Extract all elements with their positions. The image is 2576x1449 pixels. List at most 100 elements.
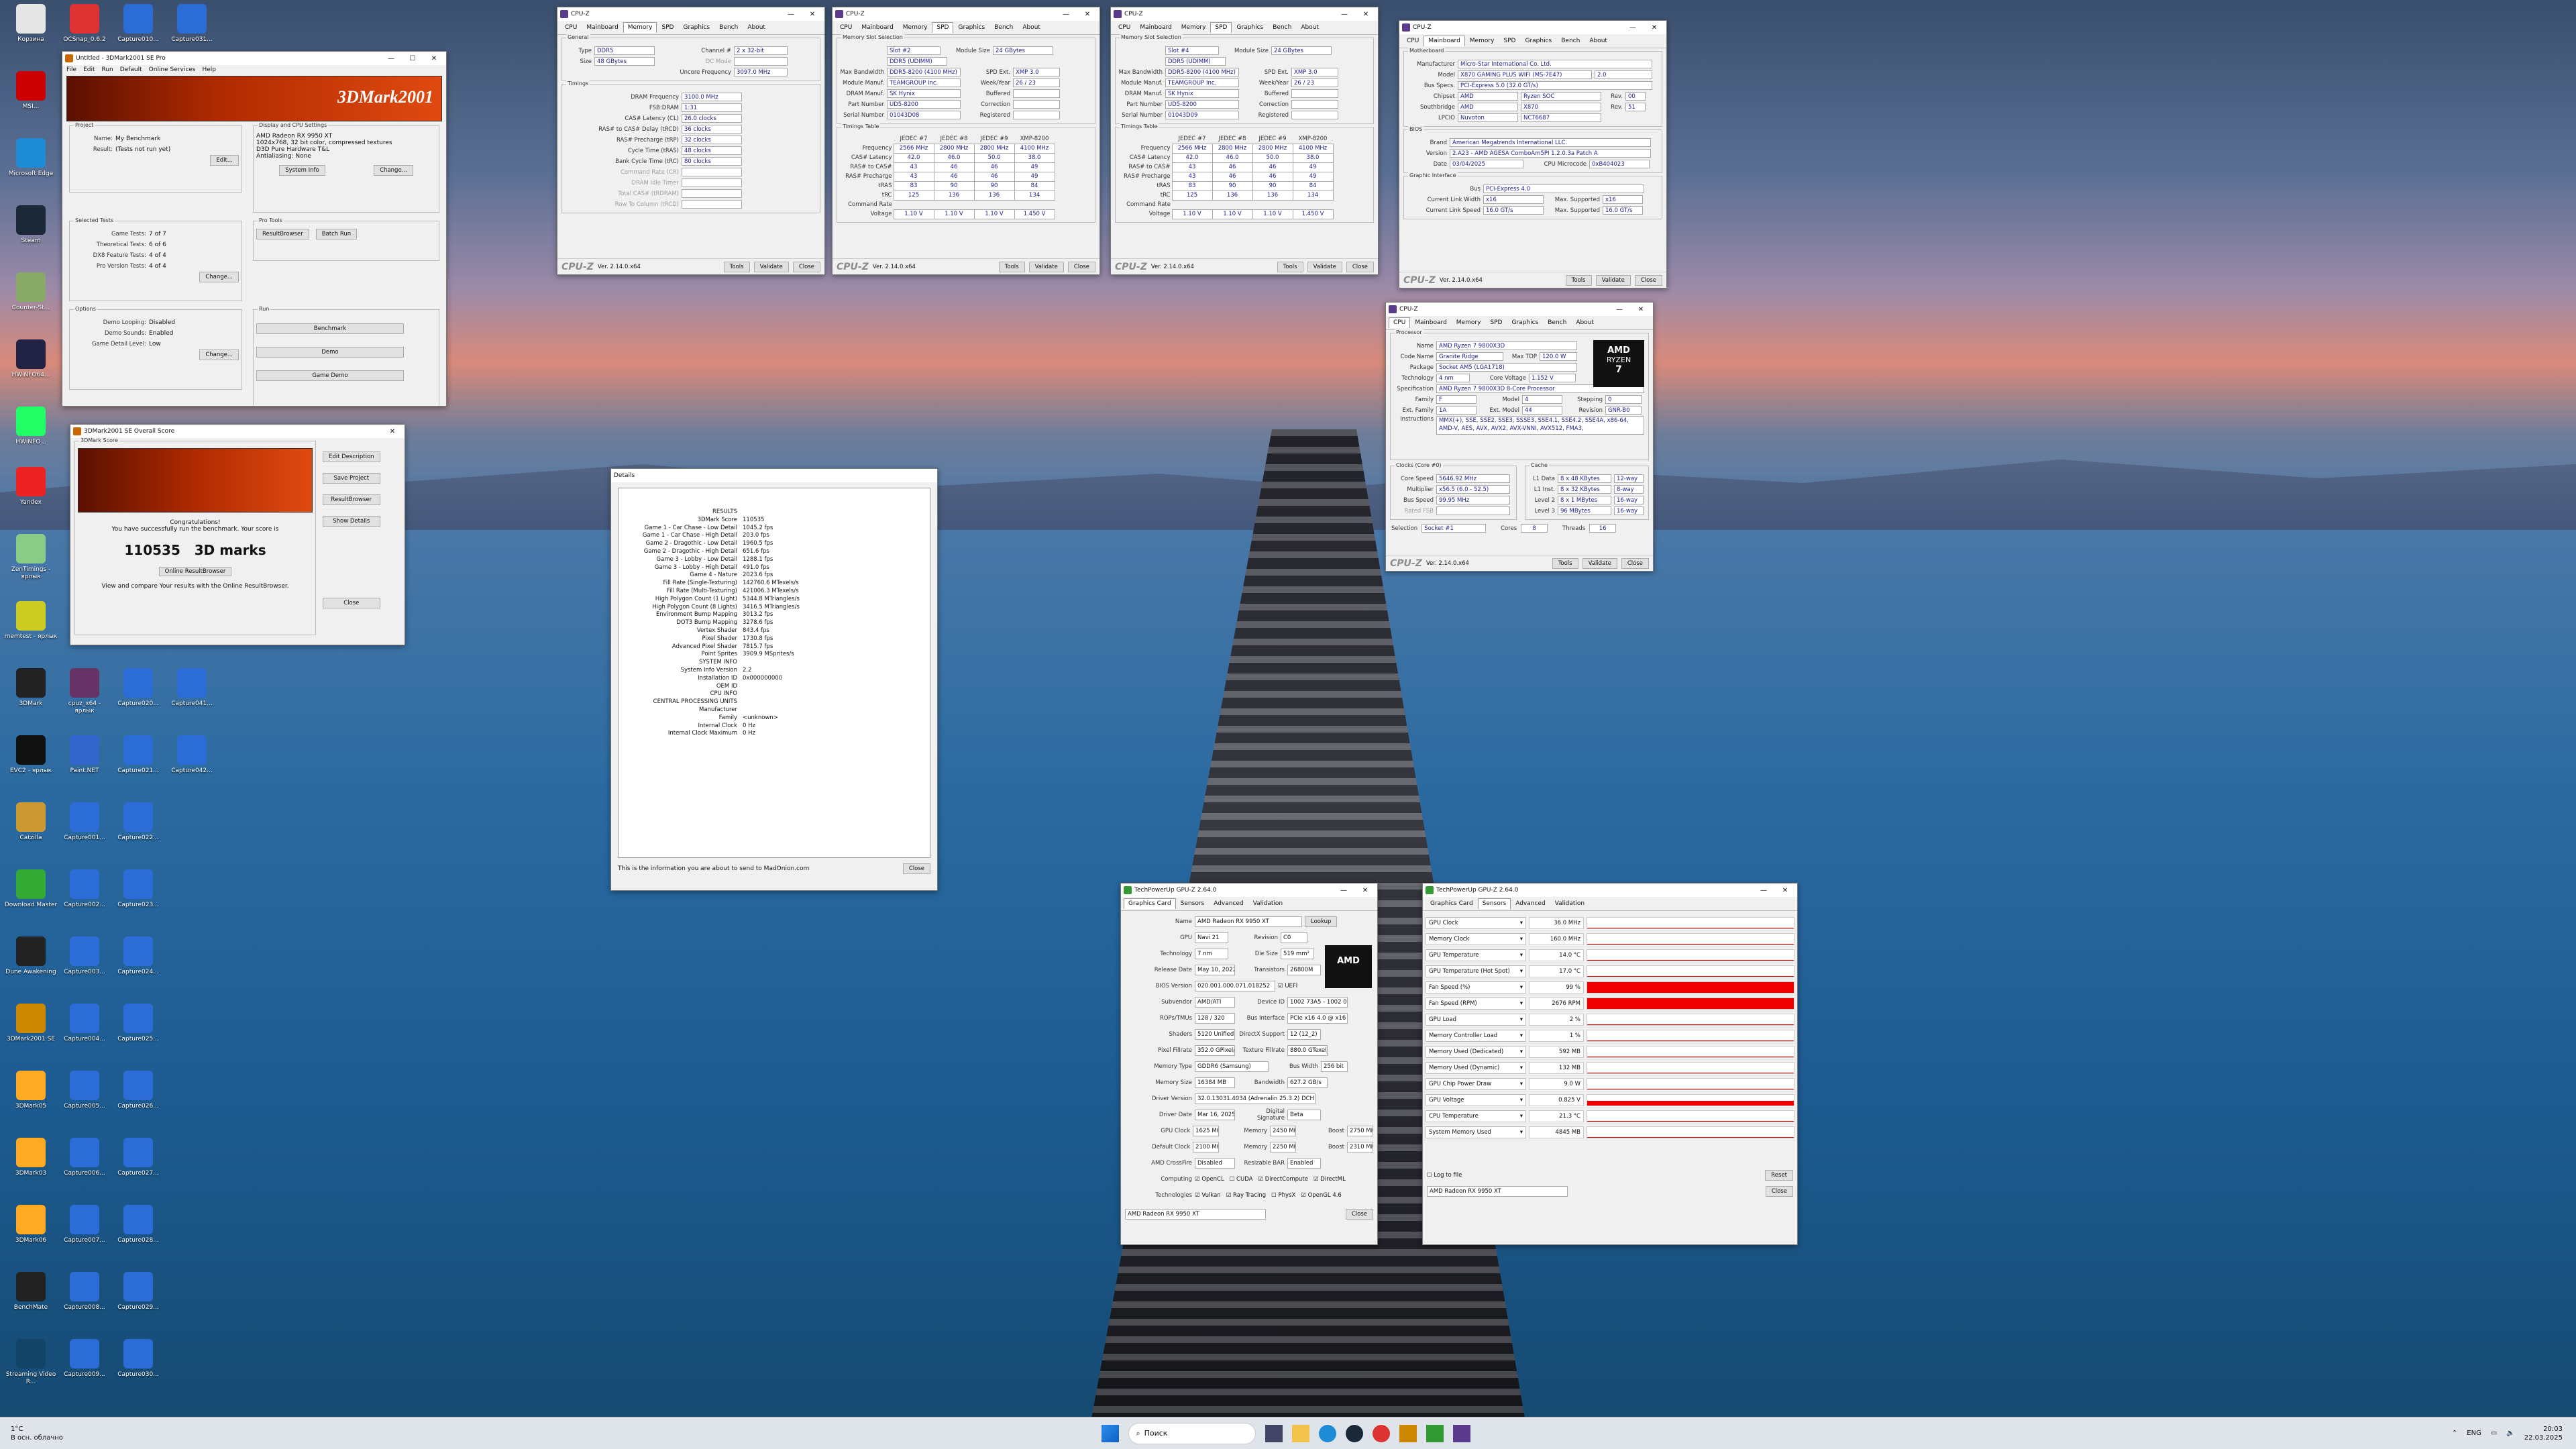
gpu-select[interactable]: AMD Radeon RX 9950 XT — [1125, 1209, 1266, 1220]
sensor-label[interactable]: Fan Speed (RPM) ▾ — [1426, 997, 1526, 1010]
log-checkbox[interactable]: ☐ Log to file — [1427, 1172, 1462, 1179]
desktop-icon[interactable]: 3DMark05 — [4, 1071, 58, 1110]
desktop-icon[interactable]: Dune Awakening — [4, 936, 58, 976]
tab-validation[interactable]: Validation — [1550, 898, 1589, 909]
tab-spd[interactable]: SPD — [932, 22, 954, 33]
cpuz-taskbar-icon[interactable] — [1453, 1424, 1471, 1442]
menu-item[interactable]: Edit — [83, 66, 95, 73]
volume-icon[interactable]: 🔈 — [2506, 1430, 2514, 1437]
desktop-icon[interactable]: Capture007... — [58, 1205, 111, 1244]
minimize-button[interactable]: — — [1057, 11, 1075, 18]
tab-graphics[interactable]: Graphics — [1520, 36, 1556, 46]
close-button[interactable]: ✕ — [1356, 887, 1375, 894]
tab-memory[interactable]: Memory — [1452, 317, 1486, 328]
titlebar[interactable]: CPU-Z — ✕ — [1386, 303, 1653, 316]
menu-item[interactable]: Online Services — [149, 66, 196, 73]
tab-cpu[interactable]: CPU — [1389, 317, 1411, 328]
edit-description-button[interactable]: Edit Description — [323, 451, 380, 462]
slot-select[interactable]: Slot #4 — [1165, 46, 1219, 55]
taskview-icon[interactable] — [1265, 1424, 1283, 1442]
close-button[interactable]: ✕ — [1078, 11, 1097, 18]
minimize-button[interactable]: — — [1623, 24, 1642, 32]
sensor-label[interactable]: Memory Controller Load ▾ — [1426, 1029, 1526, 1042]
desktop-icon[interactable]: Capture020... — [111, 668, 165, 708]
desktop-icon[interactable]: cpuz_x64 - ярлык — [58, 668, 111, 715]
show-details-button[interactable]: Show Details — [323, 516, 380, 527]
desktop-icon[interactable]: Catzilla — [4, 802, 58, 842]
desktop-icon[interactable]: Capture021... — [111, 735, 165, 775]
desktop-icon[interactable]: MSI... — [4, 71, 58, 111]
close-button[interactable]: ✕ — [383, 428, 402, 435]
tab-about[interactable]: About — [1296, 22, 1324, 33]
sensor-label[interactable]: GPU Load ▾ — [1426, 1013, 1526, 1026]
menu-item[interactable]: File — [66, 66, 76, 73]
demo-button[interactable]: Demo — [256, 347, 404, 358]
desktop-icon[interactable]: Counter-St... — [4, 272, 58, 312]
titlebar[interactable]: CPU-Z — ✕ — [833, 7, 1099, 21]
network-icon[interactable]: ▭ — [2491, 1430, 2497, 1437]
desktop-icon[interactable]: Capture003... — [58, 936, 111, 976]
desktop-icon[interactable]: Capture008... — [58, 1272, 111, 1311]
tab-bench[interactable]: Bench — [989, 22, 1018, 33]
close-button[interactable]: Close — [1067, 261, 1095, 272]
desktop-icon[interactable]: Capture009... — [58, 1339, 111, 1379]
reset-button[interactable]: Reset — [1765, 1170, 1793, 1181]
language-indicator[interactable]: ENG — [2467, 1430, 2481, 1437]
titlebar[interactable]: CPU-Z — ✕ — [1399, 21, 1666, 34]
search-box[interactable]: ⌕ Поиск — [1128, 1422, 1256, 1444]
titlebar[interactable]: TechPowerUp GPU-Z 2.64.0 — ✕ — [1121, 883, 1377, 897]
desktop-icon[interactable]: Download Master — [4, 869, 58, 909]
desktop-icon[interactable]: Capture002... — [58, 869, 111, 909]
titlebar[interactable]: CPU-Z — ✕ — [1111, 7, 1378, 21]
desktop-icon[interactable]: Capture028... — [111, 1205, 165, 1244]
gpuz-taskbar-icon[interactable] — [1426, 1424, 1444, 1442]
desktop-icon[interactable]: Capture025... — [111, 1004, 165, 1043]
sensor-label[interactable]: Memory Used (Dedicated) ▾ — [1426, 1045, 1526, 1058]
titlebar[interactable]: Details — [611, 469, 937, 482]
sensor-label[interactable]: GPU Temperature (Hot Spot) ▾ — [1426, 965, 1526, 977]
tab-graphics-card[interactable]: Graphics Card — [1124, 898, 1176, 909]
tab-mainboard[interactable]: Mainboard — [1410, 317, 1451, 328]
sensor-label[interactable]: CPU Temperature ▾ — [1426, 1110, 1526, 1122]
minimize-button[interactable]: — — [382, 55, 400, 62]
validate-button[interactable]: Validate — [1595, 274, 1631, 286]
explorer-icon[interactable] — [1292, 1424, 1310, 1442]
tab-sensors[interactable]: Sensors — [1477, 898, 1511, 909]
close-button[interactable]: ✕ — [1645, 24, 1664, 32]
desktop-icon[interactable]: Capture023... — [111, 869, 165, 909]
close-button[interactable]: ✕ — [425, 55, 443, 62]
tray-chevron-icon[interactable]: ⌃ — [2452, 1430, 2457, 1437]
desktop-icon[interactable]: Capture031... — [165, 4, 219, 44]
desktop-icon[interactable]: Yandex — [4, 467, 58, 506]
titlebar[interactable]: Untitled - 3DMark2001 SE Pro — ☐ ✕ — [62, 52, 446, 65]
close-button[interactable]: ✕ — [1776, 887, 1794, 894]
titlebar[interactable]: TechPowerUp GPU-Z 2.64.0 — ✕ — [1423, 883, 1797, 897]
slot-select[interactable]: Slot #2 — [887, 46, 941, 55]
desktop-icon[interactable]: Streaming Video R... — [4, 1339, 58, 1386]
details-list[interactable]: RESULTS 3DMark Score 110535 Game 1 - Car Ch… — [618, 488, 930, 858]
tab-graphics-card[interactable]: Graphics Card — [1426, 898, 1478, 909]
tab-validation[interactable]: Validation — [1248, 898, 1287, 909]
tab-bench[interactable]: Bench — [1556, 36, 1585, 46]
close-button[interactable]: Close — [323, 598, 380, 608]
tab-spd[interactable]: SPD — [657, 22, 678, 33]
desktop-icon[interactable]: Capture022... — [111, 802, 165, 842]
desktop-icon[interactable]: 3DMark03 — [4, 1138, 58, 1177]
desktop-icon[interactable]: Capture001... — [58, 802, 111, 842]
desktop-icon[interactable]: Capture006... — [58, 1138, 111, 1177]
desktop-icon[interactable]: Capture005... — [58, 1071, 111, 1110]
desktop-icon[interactable]: Paint.NET — [58, 735, 111, 775]
desktop-icon[interactable]: 3DMark2001 SE — [4, 1004, 58, 1043]
change-options-button[interactable]: Change... — [199, 349, 239, 360]
tab-sensors[interactable]: Sensors — [1176, 898, 1210, 909]
close-button[interactable]: Close — [1634, 274, 1662, 286]
sensor-label[interactable]: GPU Clock ▾ — [1426, 916, 1526, 929]
tab-memory[interactable]: Memory — [1177, 22, 1211, 33]
close-button[interactable]: ✕ — [1631, 306, 1650, 313]
clock[interactable]: 20:03 22.03.2025 — [2524, 1425, 2563, 1442]
tab-advanced[interactable]: Advanced — [1209, 898, 1248, 909]
3dmark-icon[interactable] — [1399, 1424, 1417, 1442]
tab-memory[interactable]: Memory — [623, 22, 657, 33]
desktop-icon[interactable]: Capture004... — [58, 1004, 111, 1043]
change-display-button[interactable]: Change... — [374, 164, 413, 176]
